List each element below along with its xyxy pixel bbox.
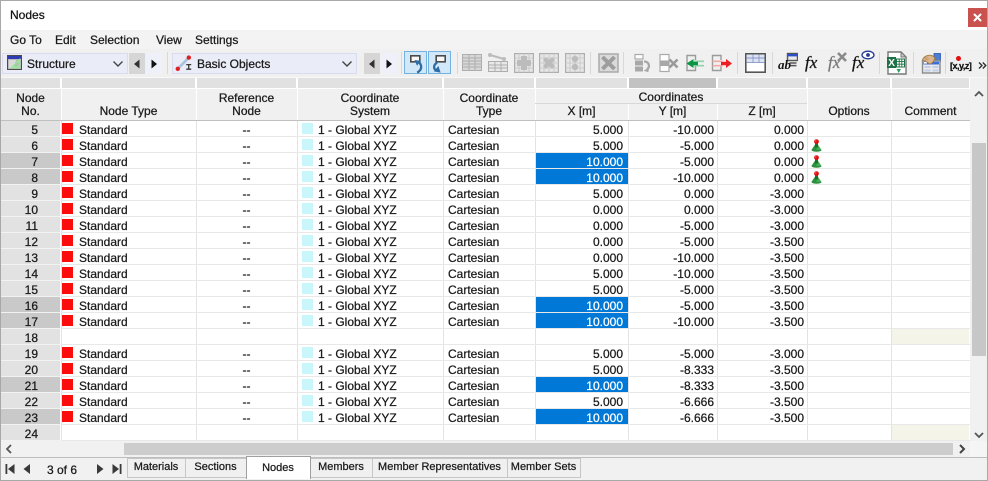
svg-text:ab: ab [778,57,792,72]
svg-text:X: X [888,58,895,69]
